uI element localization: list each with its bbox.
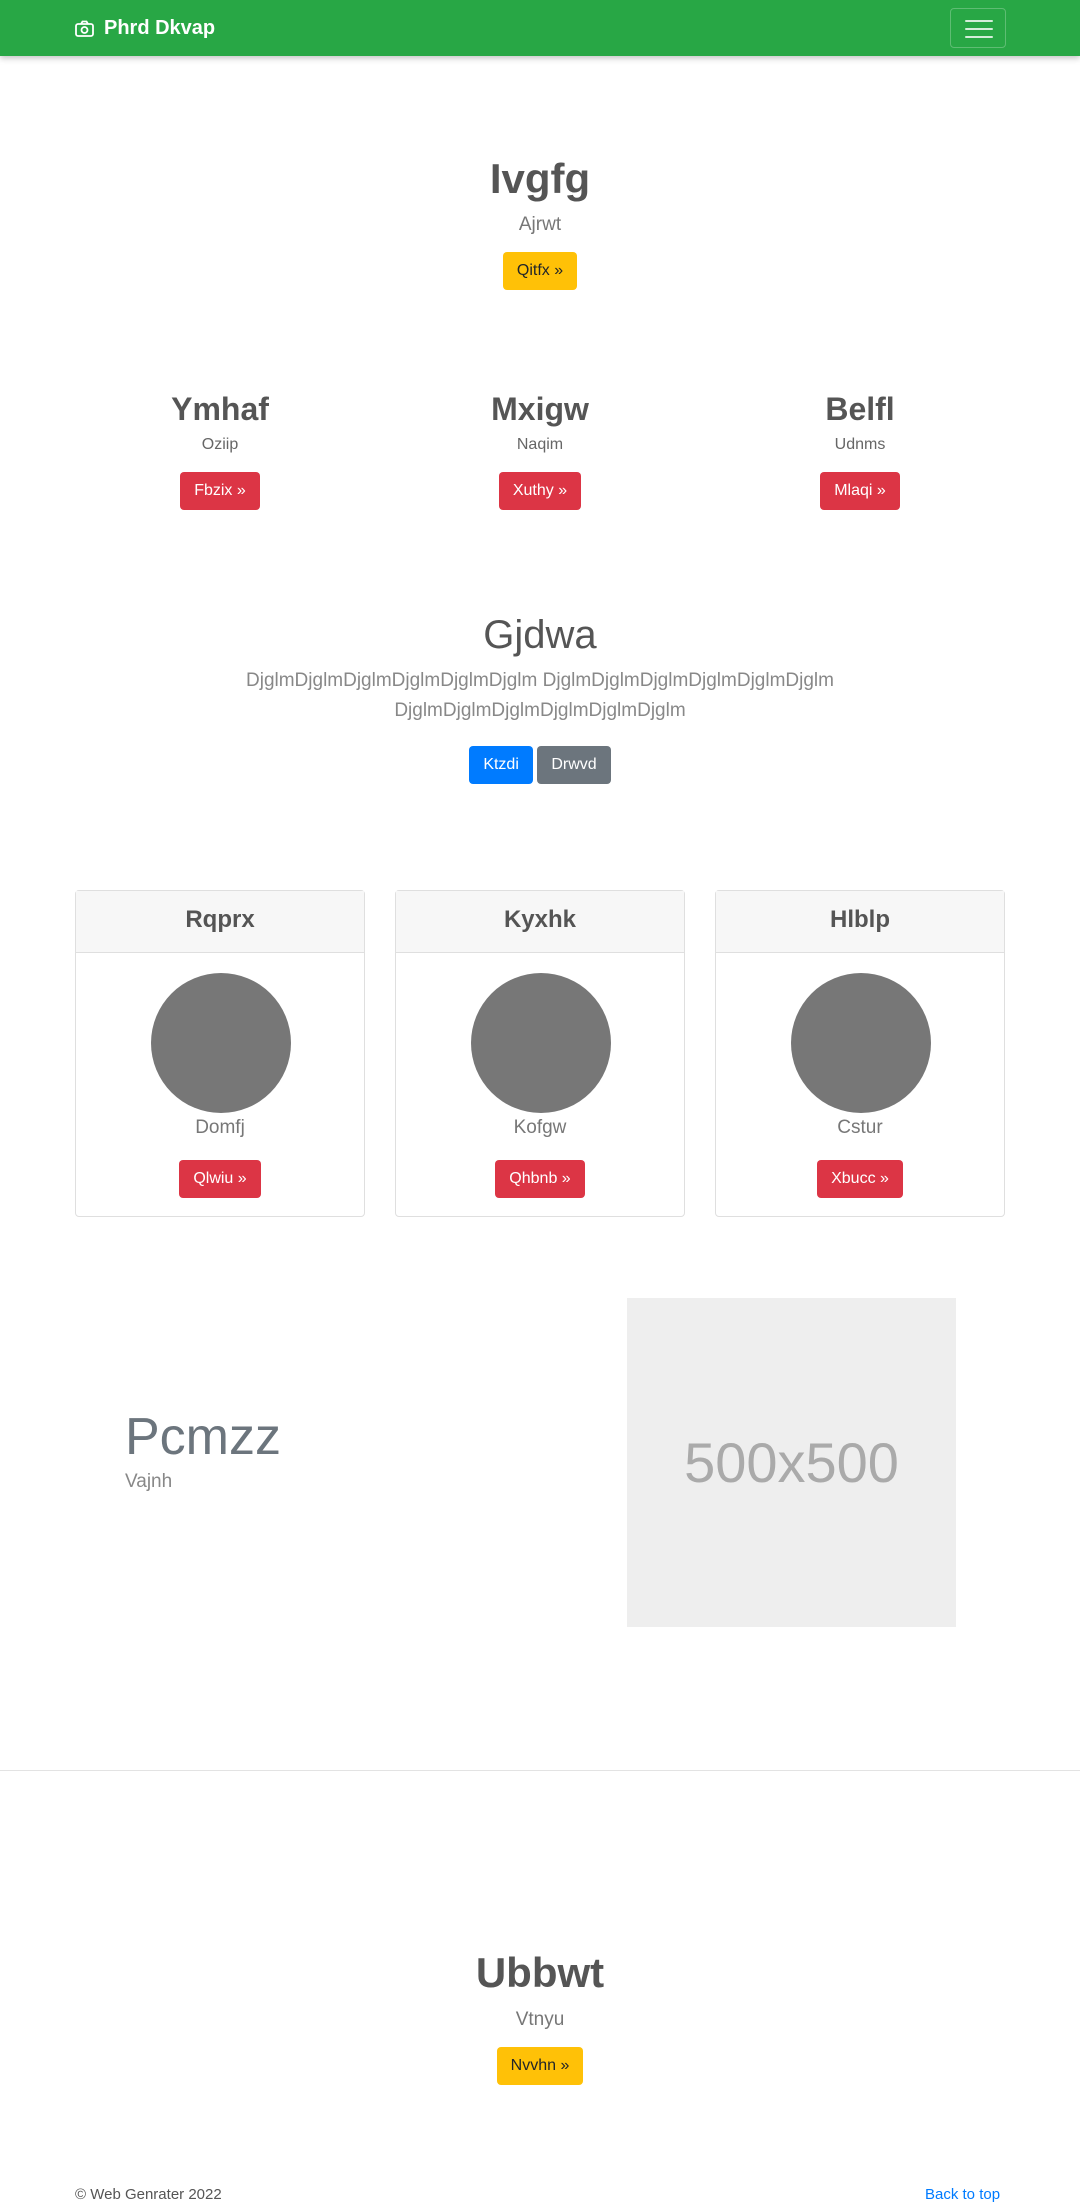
card-name: Cstur: [837, 1117, 883, 1138]
cta-section: Ubbwt Vtnyu Nvvhn »: [0, 1945, 1080, 2085]
column-button[interactable]: Fbzix »: [180, 472, 260, 510]
cta-title: Ubbwt: [475, 1949, 605, 1996]
section-divider: [0, 1770, 1080, 1771]
card-button[interactable]: Qlwiu »: [179, 1160, 261, 1198]
intro-text: DjglmDjglmDjglmDjglmDjglmDjglm DjglmDjgl…: [0, 666, 1080, 726]
avatar: [151, 973, 291, 1113]
camera-icon: [75, 20, 94, 37]
cta-subtitle: Vtnyu: [515, 2009, 565, 2030]
hero-button[interactable]: Qitfx »: [502, 252, 578, 290]
intro-text-line: DjglmDjglmDjglmDjglmDjglmDjglm: [394, 700, 686, 721]
feature-subtitle: Vajnh: [125, 1471, 173, 1492]
card: Hlblp Cstur Xbucc »: [715, 890, 1005, 1217]
column-subtitle: Naqim: [516, 436, 564, 453]
hamburger-icon-line: [965, 28, 993, 30]
footer-copyright: © Web Genrater 2022: [75, 2186, 222, 2203]
card-header: Rqprx: [76, 891, 364, 953]
navbar-toggle-button[interactable]: [950, 8, 1006, 48]
hamburger-icon: [965, 20, 993, 22]
card-header: Kyxhk: [396, 891, 684, 953]
card: Kyxhk Kofgw Qhbnb »: [395, 890, 685, 1217]
cta-button[interactable]: Nvvhn »: [496, 2047, 584, 2085]
secondary-button[interactable]: Drwvd: [537, 746, 611, 784]
avatar: [791, 973, 931, 1113]
navbar: Phrd Dkvap: [0, 0, 1080, 56]
card-button[interactable]: Qhbnb »: [495, 1160, 585, 1198]
column-3: Belfl Udnms Mlaqi »: [740, 386, 980, 510]
card-button[interactable]: Xbucc »: [817, 1160, 903, 1198]
intro-section: Gjdwa DjglmDjglmDjglmDjglmDjglmDjglm Djg…: [0, 610, 1080, 784]
column-title: Belfl: [825, 391, 895, 427]
column-2: Mxigw Naqim Xuthy »: [420, 386, 660, 510]
column-1: Ymhaf Oziip Fbzix »: [100, 386, 340, 510]
hero-section: Ivgfg Ajrwt Qitfx »: [0, 150, 1080, 290]
card: Rqprx Domfj Qlwiu »: [75, 890, 365, 1217]
placeholder-image-label: 500x500: [684, 1431, 899, 1494]
hamburger-icon-line: [965, 36, 993, 38]
intro-title: Gjdwa: [483, 613, 597, 657]
back-to-top-link[interactable]: Back to top: [925, 2186, 1000, 2203]
column-button[interactable]: Mlaqi »: [820, 472, 900, 510]
feature-text: Pcmzz Vajnh: [125, 1405, 281, 1493]
feature-title: Pcmzz: [125, 1408, 281, 1466]
card-name: Kofgw: [513, 1117, 567, 1138]
column-title: Ymhaf: [171, 391, 269, 427]
intro-text-line: DjglmDjglmDjglmDjglmDjglmDjglm DjglmDjgl…: [246, 670, 834, 691]
primary-button[interactable]: Ktzdi: [469, 746, 533, 784]
column-title: Mxigw: [491, 391, 589, 427]
hero-title: Ivgfg: [489, 155, 591, 202]
card-header: Hlblp: [716, 891, 1004, 953]
avatar: [471, 973, 611, 1113]
column-subtitle: Udnms: [834, 436, 886, 453]
card-name: Domfj: [195, 1117, 245, 1138]
placeholder-image: 500x500: [627, 1298, 956, 1627]
hero-subtitle: Ajrwt: [518, 214, 562, 235]
brand-link[interactable]: Phrd Dkvap: [75, 14, 215, 42]
column-button[interactable]: Xuthy »: [498, 472, 582, 510]
brand-name: Phrd Dkvap: [104, 16, 216, 39]
column-subtitle: Oziip: [201, 436, 239, 453]
